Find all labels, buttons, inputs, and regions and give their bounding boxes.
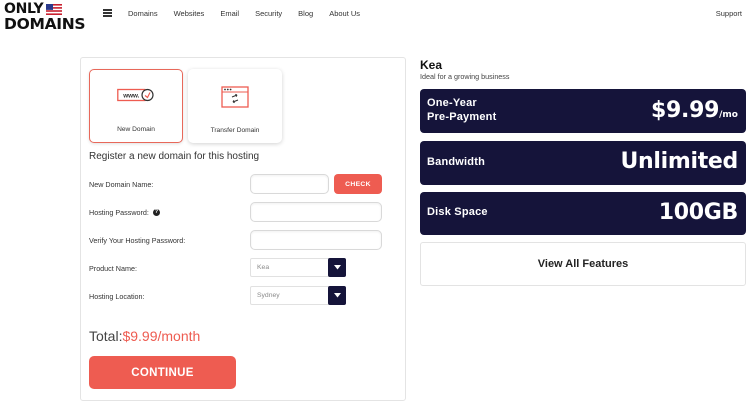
site-logo[interactable]: ONLY DOMAINS [4,2,88,33]
nav-domains[interactable]: Domains [128,9,158,18]
bandwidth-value: Unlimited [620,149,738,174]
total-amount: $9.99/month [122,328,201,344]
nav-about-us[interactable]: About Us [329,9,360,18]
nav-blog[interactable]: Blog [298,9,313,18]
new-domain-name-label: New Domain Name: [89,180,154,189]
hosting-password-input[interactable] [250,202,382,222]
verify-password-label: Verify Your Hosting Password: [89,236,186,245]
hosting-location-select[interactable]: Sydney [250,286,346,305]
help-icon[interactable]: ? [152,209,160,216]
nav-websites[interactable]: Websites [174,9,205,18]
plan-name: Kea [420,58,443,72]
check-button[interactable]: CHECK [334,174,382,194]
plan-price: $9.99/mo [651,98,738,123]
order-total: Total:$9.99/month [89,328,200,344]
new-domain-option[interactable]: www. New Domain [89,69,183,143]
logo-text-only: ONLY [4,1,44,17]
plan-subtitle: Ideal for a growing business [420,72,510,81]
main-nav: Domains Websites Email Security Blog Abo… [128,9,376,18]
bandwidth-label: Bandwidth [427,156,486,168]
nav-email[interactable]: Email [220,9,239,18]
transfer-domain-label: Transfer Domain [210,127,260,134]
hosting-location-label: Hosting Location: [89,292,145,301]
hosting-location-value: Sydney [257,292,280,299]
chevron-down-icon[interactable] [328,258,346,277]
www-domain-icon: www. [117,88,154,102]
nav-security[interactable]: Security [255,9,282,18]
product-name-label: Product Name: [89,264,137,273]
disk-space-panel: Disk Space 100GB [420,192,746,235]
prepayment-label: One-Year Pre-Payment [427,97,497,123]
product-name-select[interactable]: Kea [250,258,346,277]
prepayment-panel: One-Year Pre-Payment $9.99/mo [420,89,746,133]
hosting-password-label: Hosting Password: ? [89,208,160,217]
svg-text:www.: www. [122,93,139,100]
nav-support[interactable]: Support [716,9,742,18]
product-name-value: Kea [257,264,270,271]
verify-password-input[interactable] [250,230,382,250]
new-domain-label: New Domain [117,126,155,133]
logo-text-domains: DOMAINS [4,15,86,33]
view-all-features-button[interactable]: View All Features [420,242,746,286]
new-domain-name-input[interactable] [250,174,329,194]
us-flag-icon [46,3,63,15]
transfer-browser-icon [221,86,249,108]
disk-space-label: Disk Space [427,206,488,218]
price-unit: /mo [719,110,738,120]
disk-space-value: 100GB [658,200,739,225]
total-label: Total: [89,328,123,344]
domain-registration-card: www. New Domain Transfer Domain Register… [80,57,406,401]
menu-icon[interactable] [103,9,112,17]
register-title: Register a new domain for this hosting [89,151,260,162]
chevron-down-icon[interactable] [328,286,346,305]
continue-button[interactable]: CONTINUE [89,356,236,389]
bandwidth-panel: Bandwidth Unlimited [420,141,746,185]
transfer-domain-option[interactable]: Transfer Domain [188,69,282,143]
